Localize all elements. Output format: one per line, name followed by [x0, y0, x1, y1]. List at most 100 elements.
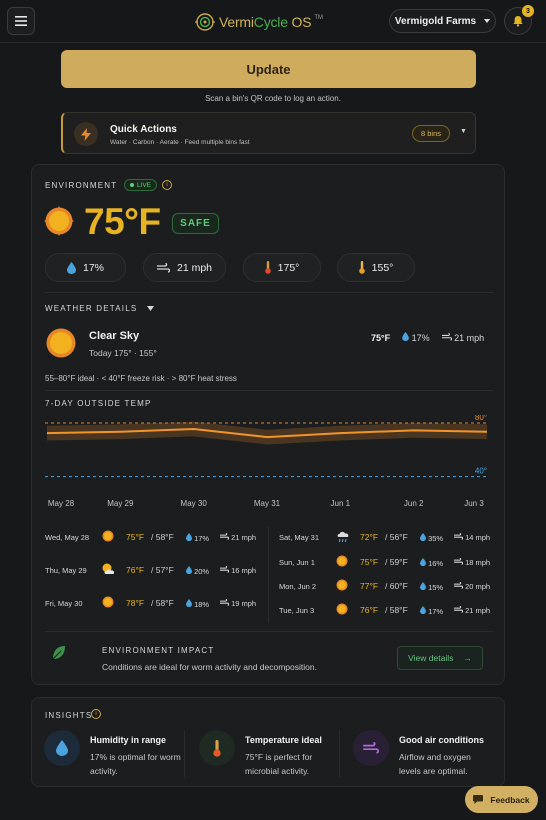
wind-icon	[353, 730, 389, 766]
x-tick-label: May 28	[47, 499, 75, 508]
notifications-button[interactable]: 3	[504, 5, 534, 35]
forecast-row: Fri, May 30 78°F / 58°F 18% 19 mph	[45, 595, 265, 615]
forecast-divider	[268, 527, 269, 623]
forecast-day: Sat, May 31	[279, 533, 320, 542]
wind-icon	[441, 332, 452, 341]
forecast-humidity: 35%	[420, 533, 443, 543]
forecast-row: Mon, Jun 2 77°F / 60°F 15% 20 mph	[279, 578, 499, 598]
forecast-high: 72°F	[360, 532, 379, 542]
forecast-row: Thu, May 29 76°F / 57°F 20% 16 mph	[45, 562, 265, 582]
quick-actions-subtitle: Water · Carbon · Aerate · Feed multiple …	[110, 139, 250, 146]
wind-value: 21 mph	[176, 261, 213, 274]
sun-icon	[102, 596, 114, 610]
forecast-low: / 59°F	[385, 557, 408, 567]
view-details-label: View details	[408, 653, 454, 663]
humidity-value: 17%	[82, 261, 104, 274]
forecast-humidity: 17%	[186, 533, 209, 543]
chevron-down-icon	[484, 19, 491, 23]
forecast-high: 77°F	[360, 581, 379, 591]
insight-title: Humidity in range	[90, 735, 167, 745]
x-tick-label: May 31	[253, 499, 281, 508]
forecast-row: Sat, May 31 72°F / 56°F 35% 14 mph	[279, 529, 499, 549]
live-badge: LIVE	[124, 179, 157, 191]
forecast-high: 76°F	[126, 565, 145, 575]
divider	[45, 631, 493, 632]
app-logo[interactable]: VermiCycle OS TM	[194, 11, 323, 33]
chevron-down-icon	[147, 306, 155, 311]
droplet-icon	[44, 730, 80, 766]
forecast-low: / 58°F	[151, 532, 174, 542]
logo-mark-icon	[195, 13, 215, 31]
forecast-high: 75°F	[126, 532, 145, 542]
temp-b-pill: 155°	[337, 253, 415, 282]
forecast-low: / 57°F	[151, 565, 174, 575]
impact-text: Conditions are ideal for worm activity a…	[102, 662, 317, 672]
threshold-label: 80°	[475, 415, 487, 422]
menu-button[interactable]	[7, 7, 35, 35]
forecast-low: / 58°F	[151, 598, 174, 608]
hamburger-icon	[15, 16, 27, 26]
temperature-band	[47, 421, 487, 445]
forecast-high: 76°F	[360, 605, 379, 615]
weather-details-toggle[interactable]: WEATHER DETAILS	[45, 304, 155, 313]
forecast-humidity: 15%	[420, 582, 443, 592]
wind-icon	[156, 262, 170, 273]
forecast-wind: 21 mph	[454, 605, 490, 615]
forecast-day: Sun, Jun 1	[279, 558, 315, 567]
insight-humidity: Humidity in range 17% is optimal for wor…	[44, 730, 184, 778]
x-tick-label: Jun 2	[403, 499, 424, 508]
x-tick-label: May 29	[107, 499, 134, 508]
humidity-pill: 17%	[45, 253, 126, 282]
impact-label: ENVIRONMENT IMPACT	[102, 646, 215, 655]
rain-icon	[336, 530, 350, 545]
view-details-button[interactable]: View details →	[397, 646, 483, 670]
insight-air: Good air conditions Airflow and oxygen l…	[353, 730, 493, 778]
lightning-icon	[74, 122, 98, 146]
quick-actions-panel[interactable]: Quick Actions Water · Carbon · Aerate · …	[61, 112, 476, 154]
bins-count-badge: 8 bins	[412, 125, 450, 142]
info-icon[interactable]: i	[91, 709, 101, 719]
temp-b-value: 155°	[371, 261, 394, 274]
feedback-button[interactable]: Feedback	[465, 786, 538, 813]
update-button[interactable]: Update	[61, 50, 476, 88]
insights-card: INSIGHTS i Humidity in range 17% is opti…	[31, 697, 505, 787]
forecast-humidity: 18%	[186, 599, 209, 609]
today-range: Today 175° · 155°	[89, 348, 157, 358]
droplet-icon	[402, 332, 409, 341]
partly-cloudy-icon	[102, 563, 116, 577]
divider	[184, 731, 185, 777]
sun-icon	[336, 555, 348, 569]
arrow-right-icon: →	[463, 653, 472, 663]
feedback-label: Feedback	[490, 794, 530, 805]
insight-title: Good air conditions	[399, 735, 484, 745]
forecast-wind: 18 mph	[454, 557, 490, 567]
sun-icon	[336, 579, 348, 593]
sun-icon	[44, 206, 74, 236]
farm-selector[interactable]: Vermigold Farms	[389, 9, 496, 33]
current-humidity: 17%	[402, 332, 430, 343]
temp-a-value: 175°	[277, 261, 300, 274]
insight-temperature: Temperature ideal 75°F is perfect for mi…	[199, 730, 339, 778]
current-wind: 21 mph	[441, 332, 484, 343]
live-dot	[129, 183, 134, 187]
logo-text: VermiCycle OS	[219, 14, 312, 30]
quick-actions-title: Quick Actions	[110, 124, 177, 135]
info-icon[interactable]: i	[162, 180, 172, 190]
threshold-label: 40°	[475, 467, 487, 476]
forecast-day: Tue, Jun 3	[279, 606, 315, 615]
forecast-row: Sun, Jun 1 75°F / 59°F 16% 18 mph	[279, 554, 499, 574]
notification-badge: 3	[522, 5, 534, 17]
sun-icon	[102, 530, 114, 544]
forecast-humidity: 17%	[420, 606, 443, 616]
chat-icon	[473, 795, 484, 804]
quick-actions-caret-icon[interactable]: ▼	[460, 128, 467, 135]
temp-a-pill: 175°	[243, 253, 321, 282]
forecast-high: 75°F	[360, 557, 379, 567]
insight-text: 75°F is perfect for microbial activity.	[245, 752, 313, 776]
x-tick-label: May 30	[180, 499, 207, 508]
thermometer-icon	[264, 261, 271, 274]
live-label: LIVE	[136, 181, 152, 189]
forecast-wind: 20 mph	[454, 581, 490, 591]
bell-icon	[513, 16, 523, 27]
forecast-low: / 58°F	[385, 605, 408, 615]
